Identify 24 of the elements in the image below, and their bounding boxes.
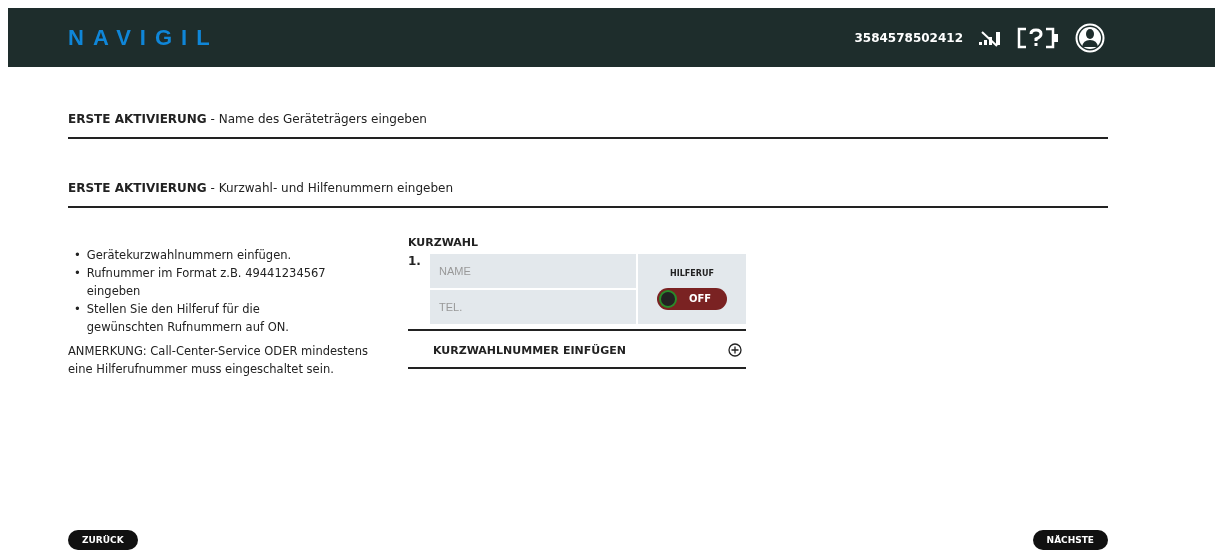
note-text: ANMERKUNG: Call-Center-Service ODER mindestens eine Hilferufnummer muss eingeschaltet sein.: [68, 343, 369, 378]
phone-field[interactable]: TEL.: [430, 290, 636, 324]
instruction-item: Gerätekurzwahlnummern einfügen.: [86, 247, 292, 264]
help-call-label: HILFERUF: [670, 268, 714, 278]
instruction-item: Rufnummer im Format z.B. 49441234567 eingeben: [86, 265, 327, 300]
add-speed-dial-label: KURZWAHLNUMMER EINFÜGEN: [433, 343, 626, 357]
logo: NAVIGIL: [68, 24, 219, 51]
back-button[interactable]: ZURÜCK: [68, 530, 138, 550]
bullet: •: [74, 301, 81, 318]
name-field[interactable]: NAME: [430, 254, 636, 288]
next-button[interactable]: NÄCHSTE: [1032, 530, 1108, 550]
no-signal-icon: [977, 28, 1003, 47]
add-icon[interactable]: [728, 343, 742, 357]
entry-number: 1.: [408, 254, 422, 268]
section-title: ERSTE AKTIVIERUNG - Kurzwahl- und Hilfenummern eingeben: [68, 181, 453, 195]
bullet: •: [74, 265, 81, 282]
instruction-item: Stellen Sie den Hilferuf für die gewünschten Rufnummern auf ON.: [86, 301, 290, 336]
phone-number: 3584578502412: [854, 30, 963, 45]
bullet: •: [74, 247, 81, 264]
help-call-toggle[interactable]: OFF: [657, 287, 727, 310]
speed-dial-heading: KURZWAHL: [408, 236, 480, 249]
section-title: ERSTE AKTIVIERUNG - Name des Geräteträgers eingeben: [68, 112, 427, 126]
battery-unknown-icon: [1017, 26, 1061, 49]
user-icon[interactable]: [1075, 22, 1105, 53]
